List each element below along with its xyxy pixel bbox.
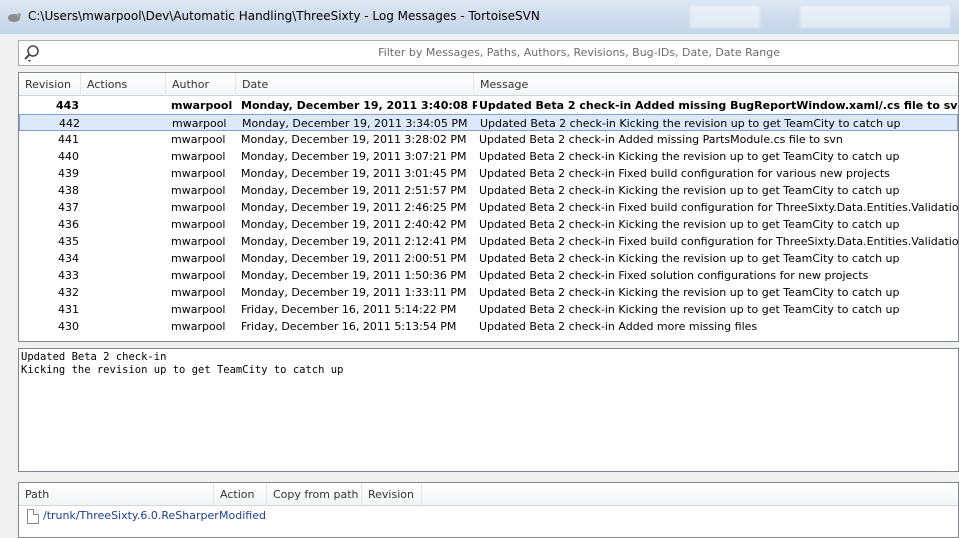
message-cell: Updated Beta 2 check-in Added missing Bu… bbox=[479, 99, 959, 112]
blurred-background bbox=[690, 6, 760, 28]
date-cell: Monday, December 19, 2011 3:28:02 PM bbox=[241, 133, 467, 146]
tortoise-icon bbox=[8, 13, 21, 22]
revision-cell: 439 bbox=[58, 167, 79, 180]
message-cell: Updated Beta 2 check-in Fixed build conf… bbox=[479, 235, 959, 248]
log-row[interactable]: 443 mwarpool Monday, December 19, 2011 3:4… bbox=[19, 97, 958, 114]
log-row[interactable]: 440 mwarpool Monday, December 19, 2011 3:0… bbox=[19, 148, 958, 165]
log-list-header: Revision Actions Author Date Message bbox=[19, 73, 958, 96]
column-header-revision[interactable]: Revision bbox=[19, 73, 81, 96]
revision-cell: 431 bbox=[58, 303, 79, 316]
author-cell: mwarpool bbox=[172, 117, 227, 130]
date-cell: Monday, December 19, 2011 3:34:05 PM bbox=[242, 117, 468, 130]
author-cell: mwarpool bbox=[171, 201, 226, 214]
column-header-author[interactable]: Author bbox=[166, 73, 236, 96]
log-row[interactable]: 433 mwarpool Monday, December 19, 2011 1:5… bbox=[19, 267, 958, 284]
revision-cell: 440 bbox=[58, 150, 79, 163]
filter-bar[interactable]: Filter by Messages, Paths, Authors, Revi… bbox=[18, 40, 959, 66]
column-header-copy-from[interactable]: Copy from path bbox=[267, 483, 362, 506]
message-cell: Updated Beta 2 check-in Kicking the revi… bbox=[479, 184, 900, 197]
revision-cell: 442 bbox=[59, 117, 80, 130]
revision-cell: 436 bbox=[58, 218, 79, 231]
column-header-action[interactable]: Action bbox=[214, 483, 267, 506]
message-cell: Updated Beta 2 check-in Fixed build conf… bbox=[479, 167, 890, 180]
column-header-path[interactable]: Path bbox=[19, 483, 214, 506]
revision-cell: 432 bbox=[58, 286, 79, 299]
message-cell: Updated Beta 2 check-in Kicking the revi… bbox=[479, 286, 900, 299]
author-cell: mwarpool bbox=[171, 286, 226, 299]
log-row[interactable]: 437 mwarpool Monday, December 19, 2011 2:4… bbox=[19, 199, 958, 216]
log-row[interactable]: 431 mwarpool Friday, December 16, 2011 5:1… bbox=[19, 301, 958, 318]
column-header-actions[interactable]: Actions bbox=[81, 73, 166, 96]
date-cell: Friday, December 16, 2011 5:13:54 PM bbox=[241, 320, 457, 333]
log-row[interactable]: 439 mwarpool Monday, December 19, 2011 3:0… bbox=[19, 165, 958, 182]
revision-cell: 435 bbox=[58, 235, 79, 248]
author-cell: mwarpool bbox=[171, 218, 226, 231]
message-cell: Updated Beta 2 check-in Fixed solution c… bbox=[479, 269, 869, 282]
date-cell: Monday, December 19, 2011 2:46:25 PM bbox=[241, 201, 467, 214]
log-row[interactable]: 438 mwarpool Monday, December 19, 2011 2:5… bbox=[19, 182, 958, 199]
column-header-revision[interactable]: Revision bbox=[362, 483, 422, 506]
revision-cell: 438 bbox=[58, 184, 79, 197]
date-cell: Monday, December 19, 2011 2:12:41 PM bbox=[241, 235, 467, 248]
log-row[interactable]: 430 mwarpool Friday, December 16, 2011 5:1… bbox=[19, 318, 958, 335]
revision-cell: 441 bbox=[58, 133, 79, 146]
date-cell: Monday, December 19, 2011 1:50:36 PM bbox=[241, 269, 467, 282]
message-cell: Updated Beta 2 check-in Kicking the revi… bbox=[479, 303, 900, 316]
message-cell: Updated Beta 2 check-in Kicking the revi… bbox=[479, 150, 900, 163]
revision-cell: 443 bbox=[56, 99, 79, 112]
revision-cell: 430 bbox=[58, 320, 79, 333]
author-cell: mwarpool bbox=[171, 99, 233, 112]
author-cell: mwarpool bbox=[171, 320, 226, 333]
path-cell[interactable]: /trunk/ThreeSixty.6.0.ReSharper bbox=[43, 509, 219, 522]
date-cell: Friday, December 16, 2011 5:14:22 PM bbox=[241, 303, 457, 316]
author-cell: mwarpool bbox=[171, 235, 226, 248]
message-cell: Updated Beta 2 check-in Kicking the revi… bbox=[479, 252, 900, 265]
revision-cell: 433 bbox=[58, 269, 79, 282]
log-row[interactable]: 435 mwarpool Monday, December 19, 2011 2:1… bbox=[19, 233, 958, 250]
date-cell: Monday, December 19, 2011 1:33:11 PM bbox=[241, 286, 467, 299]
message-cell: Updated Beta 2 check-in Added more missi… bbox=[479, 320, 758, 333]
author-cell: mwarpool bbox=[171, 252, 226, 265]
log-list[interactable]: Revision Actions Author Date Message 443… bbox=[18, 72, 959, 342]
blurred-background bbox=[800, 6, 950, 28]
date-cell: Monday, December 19, 2011 2:00:51 PM bbox=[241, 252, 467, 265]
log-row[interactable]: 436 mwarpool Monday, December 19, 2011 2:4… bbox=[19, 216, 958, 233]
date-cell: Monday, December 19, 2011 2:40:42 PM bbox=[241, 218, 467, 231]
author-cell: mwarpool bbox=[171, 150, 226, 163]
log-row[interactable]: 442 mwarpool Monday, December 19, 2011 3:3… bbox=[19, 114, 958, 131]
date-cell: Monday, December 19, 2011 3:07:21 PM bbox=[241, 150, 467, 163]
author-cell: mwarpool bbox=[171, 269, 226, 282]
title-bar: C:\Users\mwarpool\Dev\Automatic Handling… bbox=[0, 0, 959, 34]
paths-header: Path Action Copy from path Revision bbox=[19, 483, 958, 506]
message-cell: Updated Beta 2 check-in Kicking the revi… bbox=[480, 117, 901, 130]
search-icon[interactable] bbox=[23, 44, 41, 62]
revision-cell: 434 bbox=[58, 252, 79, 265]
filter-input[interactable]: Filter by Messages, Paths, Authors, Revi… bbox=[378, 46, 780, 59]
message-pane[interactable]: Updated Beta 2 check-in Kicking the revi… bbox=[18, 348, 959, 472]
path-row[interactable]: /trunk/ThreeSixty.6.0.ReSharper Modified bbox=[19, 507, 958, 527]
column-header-date[interactable]: Date bbox=[236, 73, 474, 96]
log-row[interactable]: 434 mwarpool Monday, December 19, 2011 2:0… bbox=[19, 250, 958, 267]
log-row[interactable]: 432 mwarpool Monday, December 19, 2011 1:3… bbox=[19, 284, 958, 301]
message-cell: Updated Beta 2 check-in Added missing Pa… bbox=[479, 133, 843, 146]
author-cell: mwarpool bbox=[171, 184, 226, 197]
window-title: C:\Users\mwarpool\Dev\Automatic Handling… bbox=[28, 9, 540, 23]
message-cell: Updated Beta 2 check-in Kicking the revi… bbox=[479, 218, 900, 231]
column-header-message[interactable]: Message bbox=[474, 73, 958, 96]
message-cell: Updated Beta 2 check-in Fixed build conf… bbox=[479, 201, 959, 214]
author-cell: mwarpool bbox=[171, 303, 226, 316]
action-cell: Modified bbox=[219, 509, 266, 522]
date-cell: Monday, December 19, 2011 2:51:57 PM bbox=[241, 184, 467, 197]
log-row[interactable]: 441 mwarpool Monday, December 19, 2011 3:2… bbox=[19, 131, 958, 148]
author-cell: mwarpool bbox=[171, 133, 226, 146]
author-cell: mwarpool bbox=[171, 167, 226, 180]
date-cell: Monday, December 19, 2011 3:40:08 PM bbox=[241, 99, 477, 112]
date-cell: Monday, December 19, 2011 3:01:45 PM bbox=[241, 167, 467, 180]
changed-paths-list[interactable]: Path Action Copy from path Revision /tru… bbox=[18, 482, 959, 538]
revision-cell: 437 bbox=[58, 201, 79, 214]
